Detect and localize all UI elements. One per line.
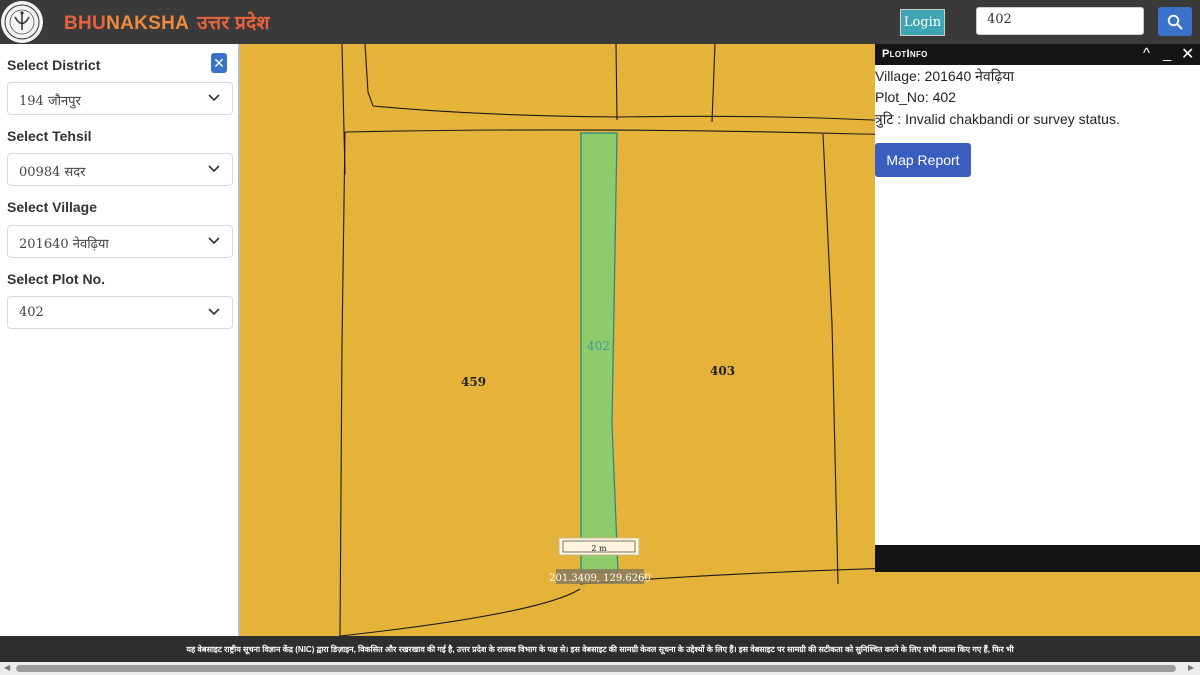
tehsil-value: 00984 सदर bbox=[19, 165, 86, 180]
brand-state: उत्तर प्रदेश bbox=[197, 13, 270, 34]
plotinfo-error: त्रुटि : Invalid chakbandi or survey sta… bbox=[875, 111, 1120, 127]
coordinate-text: 201.3409, 129.6260 bbox=[549, 573, 651, 584]
plotinfo-panel: PlotInfo ^ _ ✕ Village: 201640 नेवढ़िया … bbox=[875, 44, 1200, 572]
brand-part2: NAKSHA bbox=[106, 13, 190, 34]
collapse-icon[interactable]: ^ bbox=[1143, 45, 1150, 62]
parcel-label-403: 403 bbox=[710, 364, 735, 378]
district-label: Select District bbox=[7, 57, 101, 73]
brand-title: BHUNAKSHA उत्तर प्रदेश bbox=[64, 9, 270, 35]
chevron-down-icon bbox=[208, 237, 220, 245]
scroll-right-icon[interactable]: ▶ bbox=[1188, 663, 1194, 672]
plotinfo-village: Village: 201640 नेवढ़िया bbox=[875, 68, 1014, 84]
search-icon bbox=[1167, 14, 1183, 29]
plot-value: 402 bbox=[19, 305, 44, 320]
parcel-label-459: 459 bbox=[461, 375, 486, 389]
minimize-icon[interactable]: _ bbox=[1163, 45, 1171, 62]
footer-disclaimer: यह वेबसाइट राष्ट्रीय सूचना विज्ञान केंद्… bbox=[0, 636, 1200, 662]
top-bar: BHUNAKSHA उत्तर प्रदेश Login 402 bbox=[0, 0, 1200, 44]
search-button[interactable] bbox=[1158, 7, 1192, 36]
village-select[interactable]: 201640 नेवढ़िया bbox=[7, 225, 233, 258]
login-button[interactable]: Login bbox=[900, 9, 945, 36]
chevron-down-icon bbox=[208, 308, 220, 316]
close-icon: ✕ bbox=[213, 54, 225, 71]
emblem-logo bbox=[0, 0, 44, 44]
scale-label: 2 m bbox=[591, 544, 607, 553]
plotinfo-footer-bar bbox=[875, 545, 1200, 572]
scrollbar-thumb[interactable] bbox=[16, 665, 1176, 672]
village-label: Select Village bbox=[7, 199, 98, 215]
scale-bar: 2 m bbox=[558, 537, 640, 556]
horizontal-scrollbar[interactable]: ◀ ▶ bbox=[0, 662, 1200, 675]
sidebar: ✕ Select District 194 जौनपुर Select Tehs… bbox=[0, 44, 240, 636]
search-input[interactable]: 402 bbox=[976, 7, 1144, 35]
district-value: 194 जौनपुर bbox=[19, 94, 81, 109]
chevron-down-icon bbox=[208, 94, 220, 102]
district-select[interactable]: 194 जौनपुर bbox=[7, 82, 233, 115]
map-report-button[interactable]: Map Report bbox=[875, 143, 971, 177]
tehsil-select[interactable]: 00984 सदर bbox=[7, 153, 233, 186]
scroll-left-icon[interactable]: ◀ bbox=[4, 663, 10, 672]
brand-part1: BHU bbox=[64, 13, 107, 34]
close-icon[interactable]: ✕ bbox=[1181, 44, 1194, 64]
plotinfo-title: PlotInfo bbox=[882, 48, 928, 60]
plotinfo-header: PlotInfo ^ _ ✕ bbox=[875, 44, 1200, 65]
parcel-label-402: 402 bbox=[587, 339, 610, 353]
tehsil-label: Select Tehsil bbox=[7, 128, 92, 144]
close-sidebar-button[interactable]: ✕ bbox=[211, 53, 227, 73]
village-value: 201640 नेवढ़िया bbox=[19, 237, 109, 252]
chevron-down-icon bbox=[208, 165, 220, 173]
coordinate-readout: 201.3409, 129.6260 bbox=[549, 569, 651, 584]
plot-select[interactable]: 402 bbox=[7, 296, 233, 329]
plotinfo-plot-no: Plot_No: 402 bbox=[875, 89, 956, 105]
plot-label: Select Plot No. bbox=[7, 271, 106, 287]
